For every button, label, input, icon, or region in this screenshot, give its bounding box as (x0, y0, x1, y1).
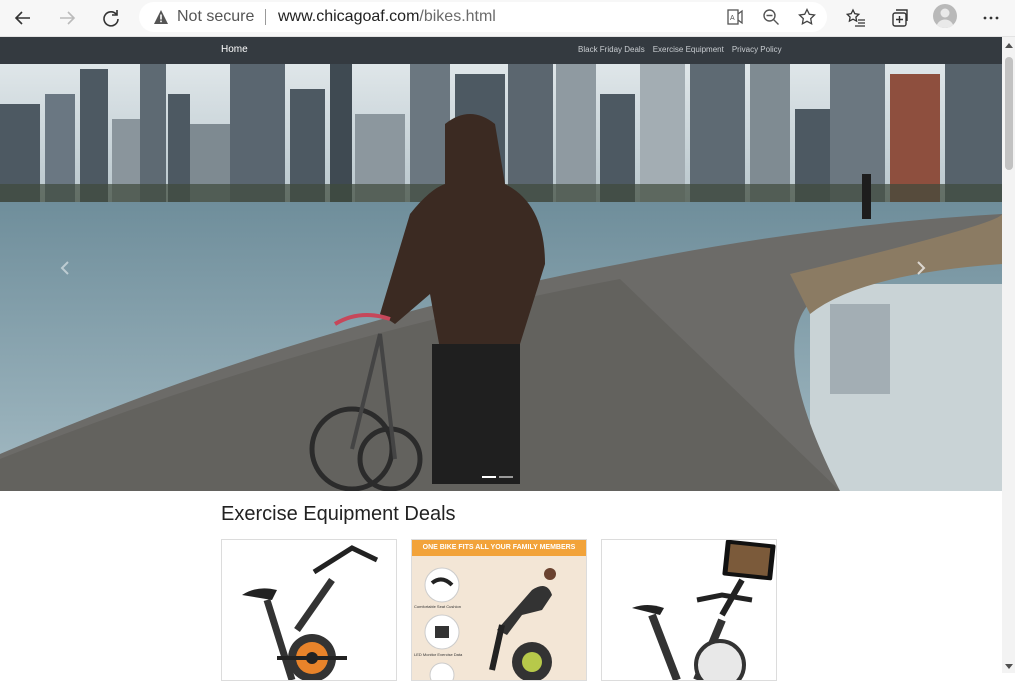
zoom-button[interactable] (761, 7, 781, 27)
scroll-thumb[interactable] (1005, 57, 1013, 170)
star-icon (798, 8, 816, 26)
carousel-prev-button[interactable] (60, 260, 80, 296)
collections-button[interactable] (886, 4, 914, 32)
scroll-down-arrow-icon[interactable] (1005, 664, 1013, 669)
carousel-indicator-1[interactable] (482, 476, 496, 478)
chevron-right-icon (917, 261, 926, 275)
exercise-bike-image-3 (632, 540, 776, 680)
read-aloud-button[interactable]: A (725, 7, 745, 27)
back-button[interactable] (9, 4, 37, 32)
nav-link-exercise-equipment[interactable]: Exercise Equipment (653, 45, 724, 54)
favorites-list-icon (846, 8, 865, 27)
hero-carousel (0, 64, 1002, 491)
browser-toolbar: Not secure www.chicagoaf.com/bikes.html … (0, 0, 1015, 37)
collections-icon (892, 9, 908, 27)
refresh-button[interactable] (97, 4, 125, 32)
settings-more-button[interactable] (977, 4, 1005, 32)
feature-label-1: Comfortable Seat Cushion (414, 604, 461, 609)
warning-icon[interactable] (153, 9, 169, 25)
nav-home-link[interactable]: Home (221, 44, 248, 55)
product-banner: ONE BIKE FITS ALL YOUR FAMILY MEMBERS (422, 544, 576, 551)
favorite-button[interactable] (797, 7, 817, 27)
zoom-out-icon (763, 9, 779, 25)
section-title: Exercise Equipment Deals (221, 503, 456, 525)
exercise-bike-image-2 (412, 540, 586, 680)
address-separator (265, 9, 266, 25)
nav-link-privacy-policy[interactable]: Privacy Policy (732, 45, 782, 54)
carousel-indicators (482, 476, 513, 478)
refresh-icon (103, 10, 119, 27)
product-card-3[interactable] (601, 539, 777, 681)
scroll-up-arrow-icon[interactable] (1005, 43, 1013, 48)
address-bar[interactable]: Not secure www.chicagoaf.com/bikes.html … (139, 2, 827, 32)
forward-button[interactable] (53, 4, 81, 32)
profile-avatar[interactable] (933, 4, 957, 28)
url-text[interactable]: www.chicagoaf.com/bikes.html (278, 8, 496, 26)
nav-link-black-friday[interactable]: Black Friday Deals (578, 45, 645, 54)
svg-text:A: A (730, 15, 735, 22)
url-path: /bikes.html (419, 8, 496, 25)
url-host: www.chicagoaf.com (278, 8, 420, 25)
feature-label-2: LED Monitor Exercise Data (414, 652, 463, 657)
more-icon (983, 16, 999, 20)
person-icon (936, 8, 954, 28)
site-navbar: Home Black Friday Deals Exercise Equipme… (0, 37, 1002, 64)
page-scrollbar[interactable] (1002, 37, 1015, 673)
carousel-indicator-2[interactable] (499, 476, 513, 478)
security-status[interactable]: Not secure (177, 8, 254, 26)
hero-image (0, 64, 1002, 491)
chevron-left-icon (60, 261, 69, 275)
read-aloud-icon: A (727, 9, 743, 25)
forward-arrow-icon (60, 11, 76, 25)
carousel-next-button[interactable] (916, 260, 936, 296)
nav-links: Black Friday Deals Exercise Equipment Pr… (578, 45, 782, 54)
back-arrow-icon (14, 11, 30, 25)
product-card-1[interactable] (221, 539, 397, 681)
product-card-2[interactable]: ONE BIKE FITS ALL YOUR FAMILY MEMBERS Co… (411, 539, 587, 681)
exercise-bike-image-1 (242, 545, 379, 680)
favorites-button[interactable] (842, 4, 870, 32)
